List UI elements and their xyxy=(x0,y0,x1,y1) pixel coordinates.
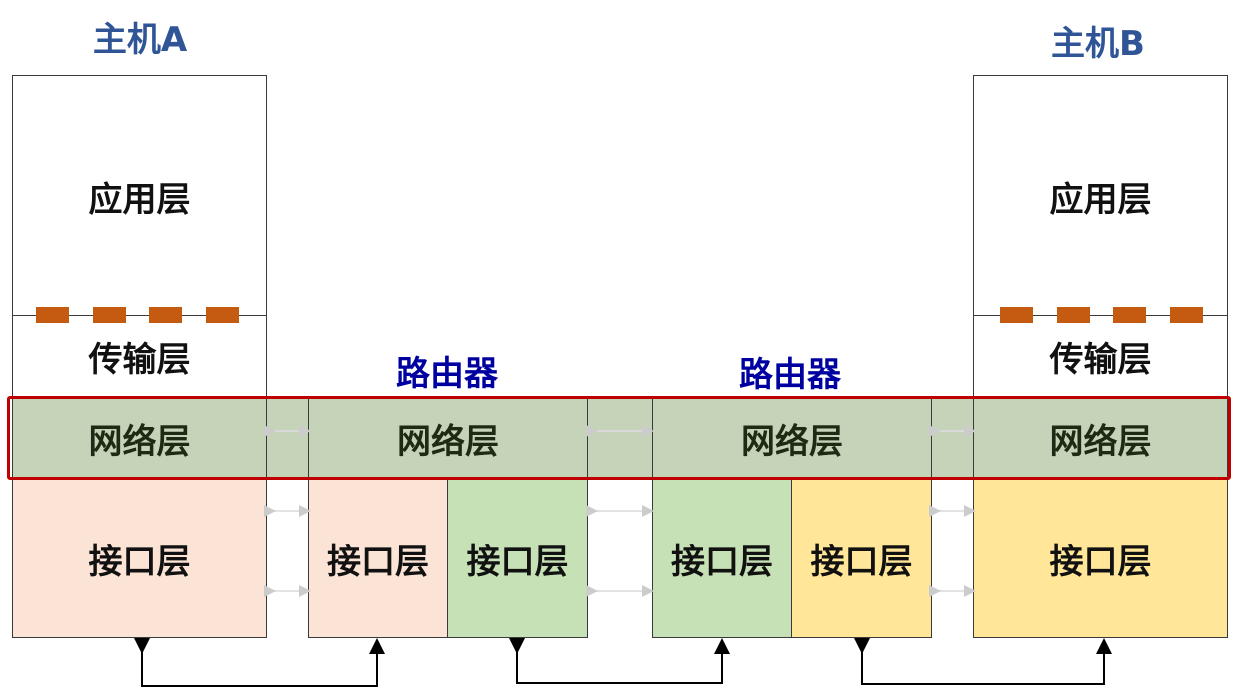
link-host-a-router-1 xyxy=(134,638,385,687)
link-router-1-router-2 xyxy=(509,638,730,684)
connectors-layer xyxy=(134,425,1112,687)
network-layer-highlight xyxy=(7,396,1231,480)
link-router-2-host-b xyxy=(854,638,1112,685)
